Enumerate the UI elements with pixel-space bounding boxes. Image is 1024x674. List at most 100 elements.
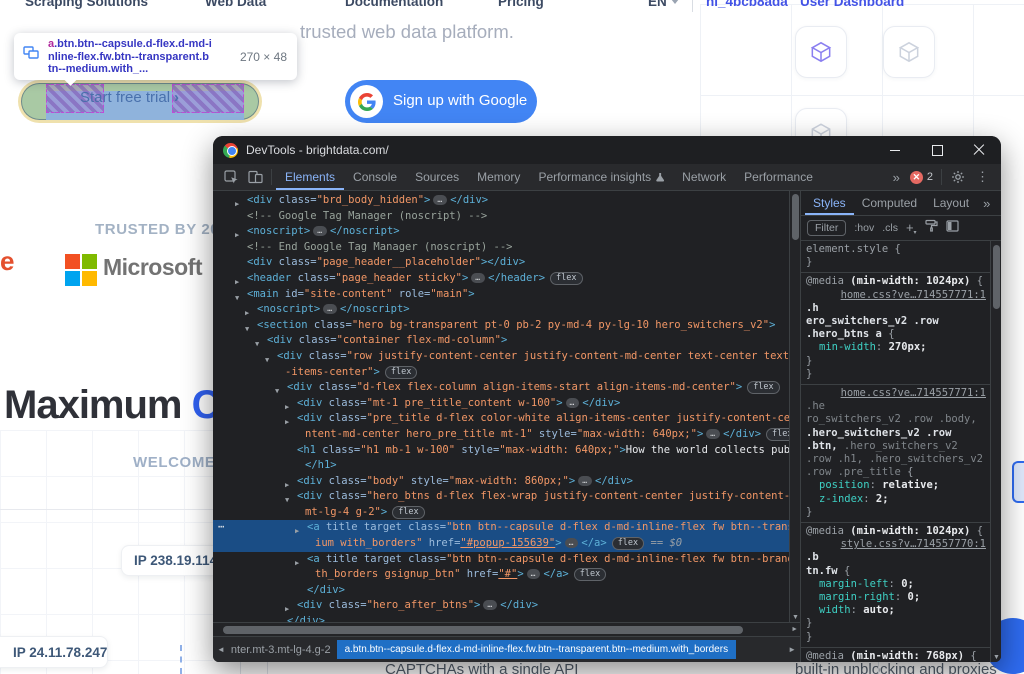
- horizontal-scrollbar[interactable]: ►: [213, 622, 800, 636]
- css-line[interactable]: }: [806, 368, 986, 381]
- scroll-down-icon[interactable]: ▼: [792, 614, 799, 621]
- nav-web-data[interactable]: Web Data: [205, 0, 266, 9]
- styles-filter-input[interactable]: Filter: [807, 220, 846, 236]
- stylesheet-link[interactable]: style.css?v…714557770:1: [841, 538, 986, 550]
- elements-tree-row[interactable]: ▼<div class="container flex-md-column">: [213, 333, 789, 349]
- elements-tree-row[interactable]: ▶<noscript>…</noscript>: [213, 302, 789, 318]
- elements-tree-row[interactable]: <h1 class="h1 mb-1 w-100" style="max-wid…: [213, 443, 789, 459]
- css-line[interactable]: .btn, .hero_switchers_v2: [806, 440, 986, 453]
- elements-tree-row[interactable]: ▶⋯<a title target class="btn btn--capsul…: [213, 520, 789, 536]
- devtools-tab-network[interactable]: Network: [673, 164, 735, 190]
- user-dashboard-link[interactable]: User Dashboard: [800, 0, 904, 9]
- css-line[interactable]: z-index: 2;: [806, 493, 986, 506]
- css-line[interactable]: min-width: 270px;: [806, 341, 986, 354]
- elements-tree-row[interactable]: ▼<section class="hero bg-transparent pt-…: [213, 318, 789, 334]
- elements-tree-row[interactable]: ▶<a title target class="btn btn--capsule…: [213, 552, 789, 568]
- elements-tree-row[interactable]: </h1>: [213, 458, 789, 474]
- css-line[interactable]: element.style {: [806, 243, 986, 256]
- elements-tree-row[interactable]: ▶<div class="mt-1 pre_title_content w-10…: [213, 396, 789, 412]
- elements-tree-row[interactable]: </div>: [213, 583, 789, 599]
- elements-tree-row[interactable]: ▶<div class="brd_body_hidden">…</div>: [213, 193, 789, 209]
- toggle-hover-button[interactable]: :hov: [854, 222, 874, 234]
- breadcrumb-selected[interactable]: a.btn.btn--capsule.d-flex.d-md-inline-fl…: [337, 640, 737, 659]
- stylesheet-link-line[interactable]: style.css?v…714557770:1: [806, 538, 986, 551]
- dock-panel-icon[interactable]: [946, 219, 959, 237]
- toggle-class-button[interactable]: .cls: [882, 222, 898, 234]
- css-line[interactable]: }: [806, 617, 986, 630]
- collapsed-children-button[interactable]: …: [471, 273, 485, 283]
- collapsed-children-button[interactable]: …: [483, 600, 497, 610]
- elements-tree-row[interactable]: ▼<div class="d-flex flex-column align-it…: [213, 380, 789, 396]
- css-line[interactable]: @media (min-width: 768px) {: [806, 650, 986, 662]
- inspect-element-icon[interactable]: [219, 167, 243, 187]
- elements-tree-row[interactable]: ntent-md-center hero_pre_title mt-1" sty…: [213, 427, 789, 443]
- css-line[interactable]: width: auto;: [806, 604, 986, 617]
- nav-scraping-solutions[interactable]: Scraping Solutions: [25, 0, 148, 9]
- scrollbar-thumb[interactable]: [792, 194, 799, 240]
- css-line[interactable]: margin-right: 0;: [806, 591, 986, 604]
- collapsed-children-button[interactable]: …: [323, 304, 337, 314]
- css-line[interactable]: tn.fw {: [806, 565, 986, 578]
- more-styles-tabs-button[interactable]: »: [977, 196, 996, 211]
- stylesheet-link[interactable]: home.css?ve…714557771:1: [841, 387, 986, 399]
- devtools-tab-elements[interactable]: Elements: [276, 164, 344, 190]
- collapsed-children-button[interactable]: …: [566, 398, 580, 408]
- new-style-rule-button[interactable]: +▾: [906, 220, 917, 236]
- minimize-button[interactable]: [889, 144, 901, 156]
- css-line[interactable]: .row .pre_title {: [806, 466, 986, 479]
- scrollbar-thumb[interactable]: [993, 245, 1000, 309]
- collapsed-children-button[interactable]: …: [433, 195, 447, 205]
- breadcrumb-left-icon[interactable]: ◄: [213, 645, 229, 654]
- nav-pricing[interactable]: Pricing: [498, 0, 544, 9]
- css-line[interactable]: ero_switchers_v2 .row: [806, 315, 986, 328]
- google-signup-button[interactable]: Sign up with Google: [345, 80, 537, 123]
- css-line[interactable]: }: [806, 631, 986, 644]
- css-line[interactable]: @media (min-width: 1024px) {: [806, 525, 986, 538]
- vertical-scrollbar[interactable]: ▼: [789, 191, 800, 622]
- elements-tree-row[interactable]: ▶<div class="hero_after_btns">…</div>: [213, 598, 789, 614]
- css-line[interactable]: margin-left: 0;: [806, 578, 986, 591]
- scrollbar-thumb[interactable]: [223, 626, 743, 634]
- styles-tab-styles[interactable]: Styles: [805, 191, 854, 215]
- stylesheet-link[interactable]: home.css?ve…714557771:1: [841, 289, 986, 301]
- css-line[interactable]: }: [806, 355, 986, 368]
- elements-tree-row[interactable]: -items-center">flex: [213, 365, 789, 381]
- devtools-tab-performance-insights[interactable]: Performance insights: [529, 164, 673, 190]
- elements-tree-row[interactable]: </div>: [213, 614, 789, 622]
- css-line[interactable]: .he: [806, 400, 986, 413]
- elements-tree-row[interactable]: th_borders gsignup_btn" href="#">…</a>fl…: [213, 567, 789, 583]
- css-line[interactable]: @media (min-width: 1024px) {: [806, 275, 986, 288]
- elements-tree-row[interactable]: ▶<div class="pre_title d-flex color-whit…: [213, 411, 789, 427]
- elements-tree-row[interactable]: <div class="page_header__placeholder"></…: [213, 255, 789, 271]
- paint-roller-icon[interactable]: [925, 219, 938, 237]
- styles-tab-layout[interactable]: Layout: [925, 191, 977, 215]
- css-line[interactable]: }: [806, 256, 986, 269]
- account-link[interactable]: hi_4bcb8ada: [706, 0, 788, 9]
- collapsed-children-button[interactable]: …: [565, 538, 579, 548]
- devtools-tab-memory[interactable]: Memory: [468, 164, 529, 190]
- kebab-menu-icon[interactable]: ⋮: [970, 169, 995, 185]
- collapsed-children-button[interactable]: …: [578, 476, 592, 486]
- css-line[interactable]: .hero_switchers_v2 .row: [806, 427, 986, 440]
- elements-tree-row[interactable]: ▶<div class="body" style="max-width: 860…: [213, 474, 789, 490]
- collapsed-children-button[interactable]: …: [527, 569, 541, 579]
- elements-tree-row[interactable]: ▼<div class="hero_btns d-flex flex-wrap …: [213, 489, 789, 505]
- inspected-trial-button[interactable]: Start free trial›: [18, 80, 262, 123]
- elements-tree-row[interactable]: ▶<noscript>…</noscript>: [213, 224, 789, 240]
- elements-tree-row[interactable]: ▶<header class="page_header sticky">…</h…: [213, 271, 789, 287]
- elements-tree-row[interactable]: mt-lg-4 g-2">flex: [213, 505, 789, 521]
- collapsed-children-button[interactable]: …: [313, 226, 327, 236]
- devtools-tab-sources[interactable]: Sources: [406, 164, 468, 190]
- device-toolbar-icon[interactable]: [243, 167, 267, 187]
- stylesheet-link-line[interactable]: home.css?ve…714557771:1: [806, 387, 986, 400]
- styles-scrollbar[interactable]: ▼: [990, 241, 1001, 662]
- elements-tree-row[interactable]: ium with_borders" href="#popup-155639">……: [213, 536, 789, 552]
- elements-tree-row[interactable]: ▼<main id="site-content" role="main">: [213, 287, 789, 303]
- breadcrumb-parent[interactable]: nter.mt-3.mt-lg-4.g-2: [229, 644, 337, 656]
- elements-tree-row[interactable]: <!-- Google Tag Manager (noscript) -->: [213, 209, 789, 225]
- css-line[interactable]: position: relative;: [806, 479, 986, 492]
- css-line[interactable]: }: [806, 506, 986, 519]
- devtools-tab-console[interactable]: Console: [344, 164, 406, 190]
- styles-tab-computed[interactable]: Computed: [854, 191, 925, 215]
- settings-gear-icon[interactable]: [946, 167, 970, 187]
